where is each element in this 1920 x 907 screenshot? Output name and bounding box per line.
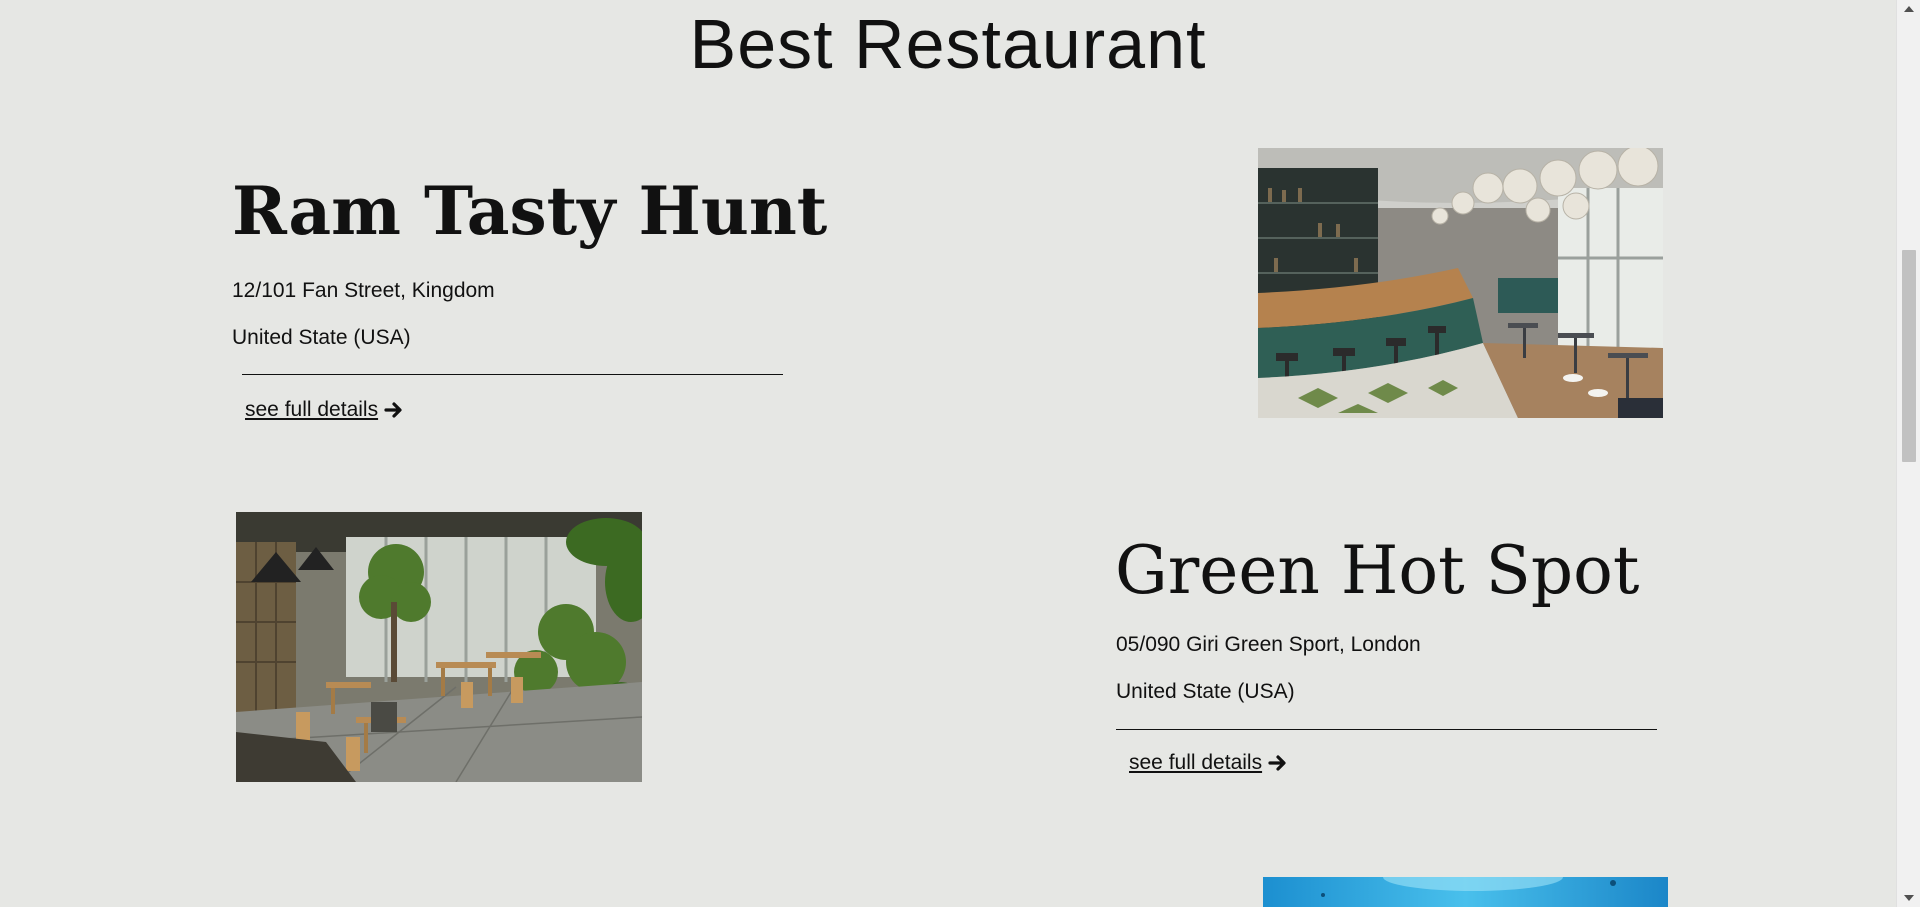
restaurant-garden-interior-photo	[236, 512, 642, 782]
restaurant-country: United State (USA)	[232, 326, 411, 349]
page-viewport: Best Restaurant Ram Tasty Hunt 12/101 Fa…	[0, 0, 1896, 907]
link-label: see full details	[245, 398, 379, 421]
page-title: Best Restaurant	[689, 5, 1207, 83]
restaurant-address: 05/090 Giri Green Sport, London	[1116, 633, 1421, 656]
restaurant-name: Green Hot Spot	[1115, 532, 1640, 609]
scroll-up-arrow-icon[interactable]	[1904, 6, 1914, 12]
scroll-down-arrow-icon[interactable]	[1904, 895, 1914, 901]
restaurant-address: 12/101 Fan Street, Kingdom	[232, 279, 495, 302]
vertical-scrollbar[interactable]	[1896, 0, 1920, 907]
divider	[242, 374, 783, 375]
arrow-right-icon	[1268, 755, 1286, 771]
see-full-details-link[interactable]: see full details	[245, 398, 404, 422]
restaurant-country: United State (USA)	[1116, 680, 1295, 703]
link-label: see full details	[1129, 751, 1263, 774]
restaurant-bar-interior-photo	[1258, 148, 1663, 418]
restaurant-photo	[1258, 148, 1663, 418]
see-full-details-link[interactable]: see full details	[1129, 751, 1288, 775]
underwater-restaurant-photo	[1263, 877, 1668, 907]
divider	[1116, 729, 1657, 730]
restaurant-photo	[236, 512, 642, 782]
arrow-right-icon	[384, 402, 402, 418]
restaurant-name: Ram Tasty Hunt	[232, 172, 828, 250]
restaurant-photo	[1263, 877, 1668, 907]
scroll-thumb[interactable]	[1902, 250, 1916, 462]
